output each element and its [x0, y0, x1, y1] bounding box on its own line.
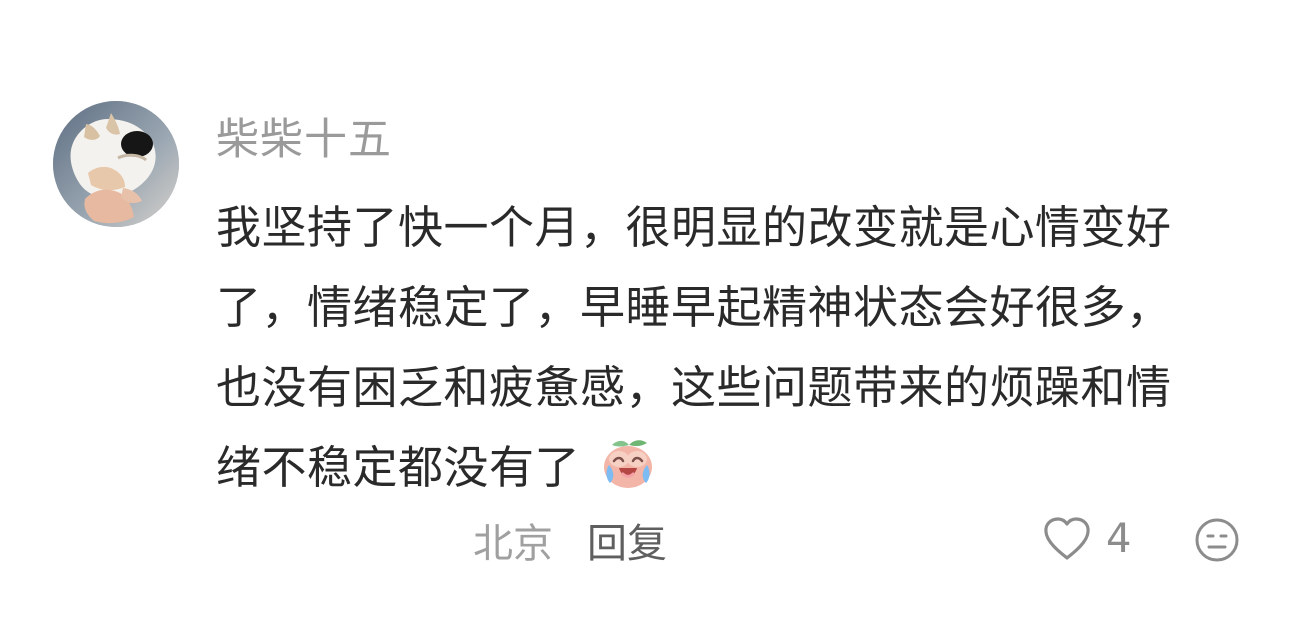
comment-line: 我坚持了快一个月，很明显的改变就是心情变好 [216, 201, 1172, 254]
comment-meta: 北京 回复 [473, 512, 667, 568]
comment-content: 我坚持了快一个月，很明显的改变就是心情变好 了，情绪稳定了，早睡早起精神状态会好… [216, 188, 1276, 508]
dislike-button[interactable] [1193, 516, 1241, 564]
comment-line-text: 绪不稳定都没有了 [216, 441, 581, 494]
avatar[interactable] [53, 101, 179, 227]
comment-line: 了，情绪稳定了，早睡早起精神状态会好很多， [216, 281, 1172, 334]
like-count: 4 [1106, 516, 1132, 562]
comment-line-last: 绪不稳定都没有了 [216, 428, 1276, 508]
reply-button[interactable]: 回复 [587, 511, 667, 569]
like-button[interactable]: 4 [1042, 514, 1131, 564]
comment-item: 柴柴十五 我坚持了快一个月，很明显的改变就是心情变好 了，情绪稳定了，早睡早起精… [0, 0, 1316, 626]
heart-icon [1042, 516, 1092, 562]
location-label: 北京 [473, 521, 553, 567]
comment-line: 也没有困乏和疲惫感，这些问题带来的烦躁和情 [216, 361, 1172, 414]
dislike-face-icon [1193, 516, 1241, 564]
crying-laughing-peach-emoji-icon [599, 435, 657, 493]
username[interactable]: 柴柴十五 [216, 114, 392, 166]
